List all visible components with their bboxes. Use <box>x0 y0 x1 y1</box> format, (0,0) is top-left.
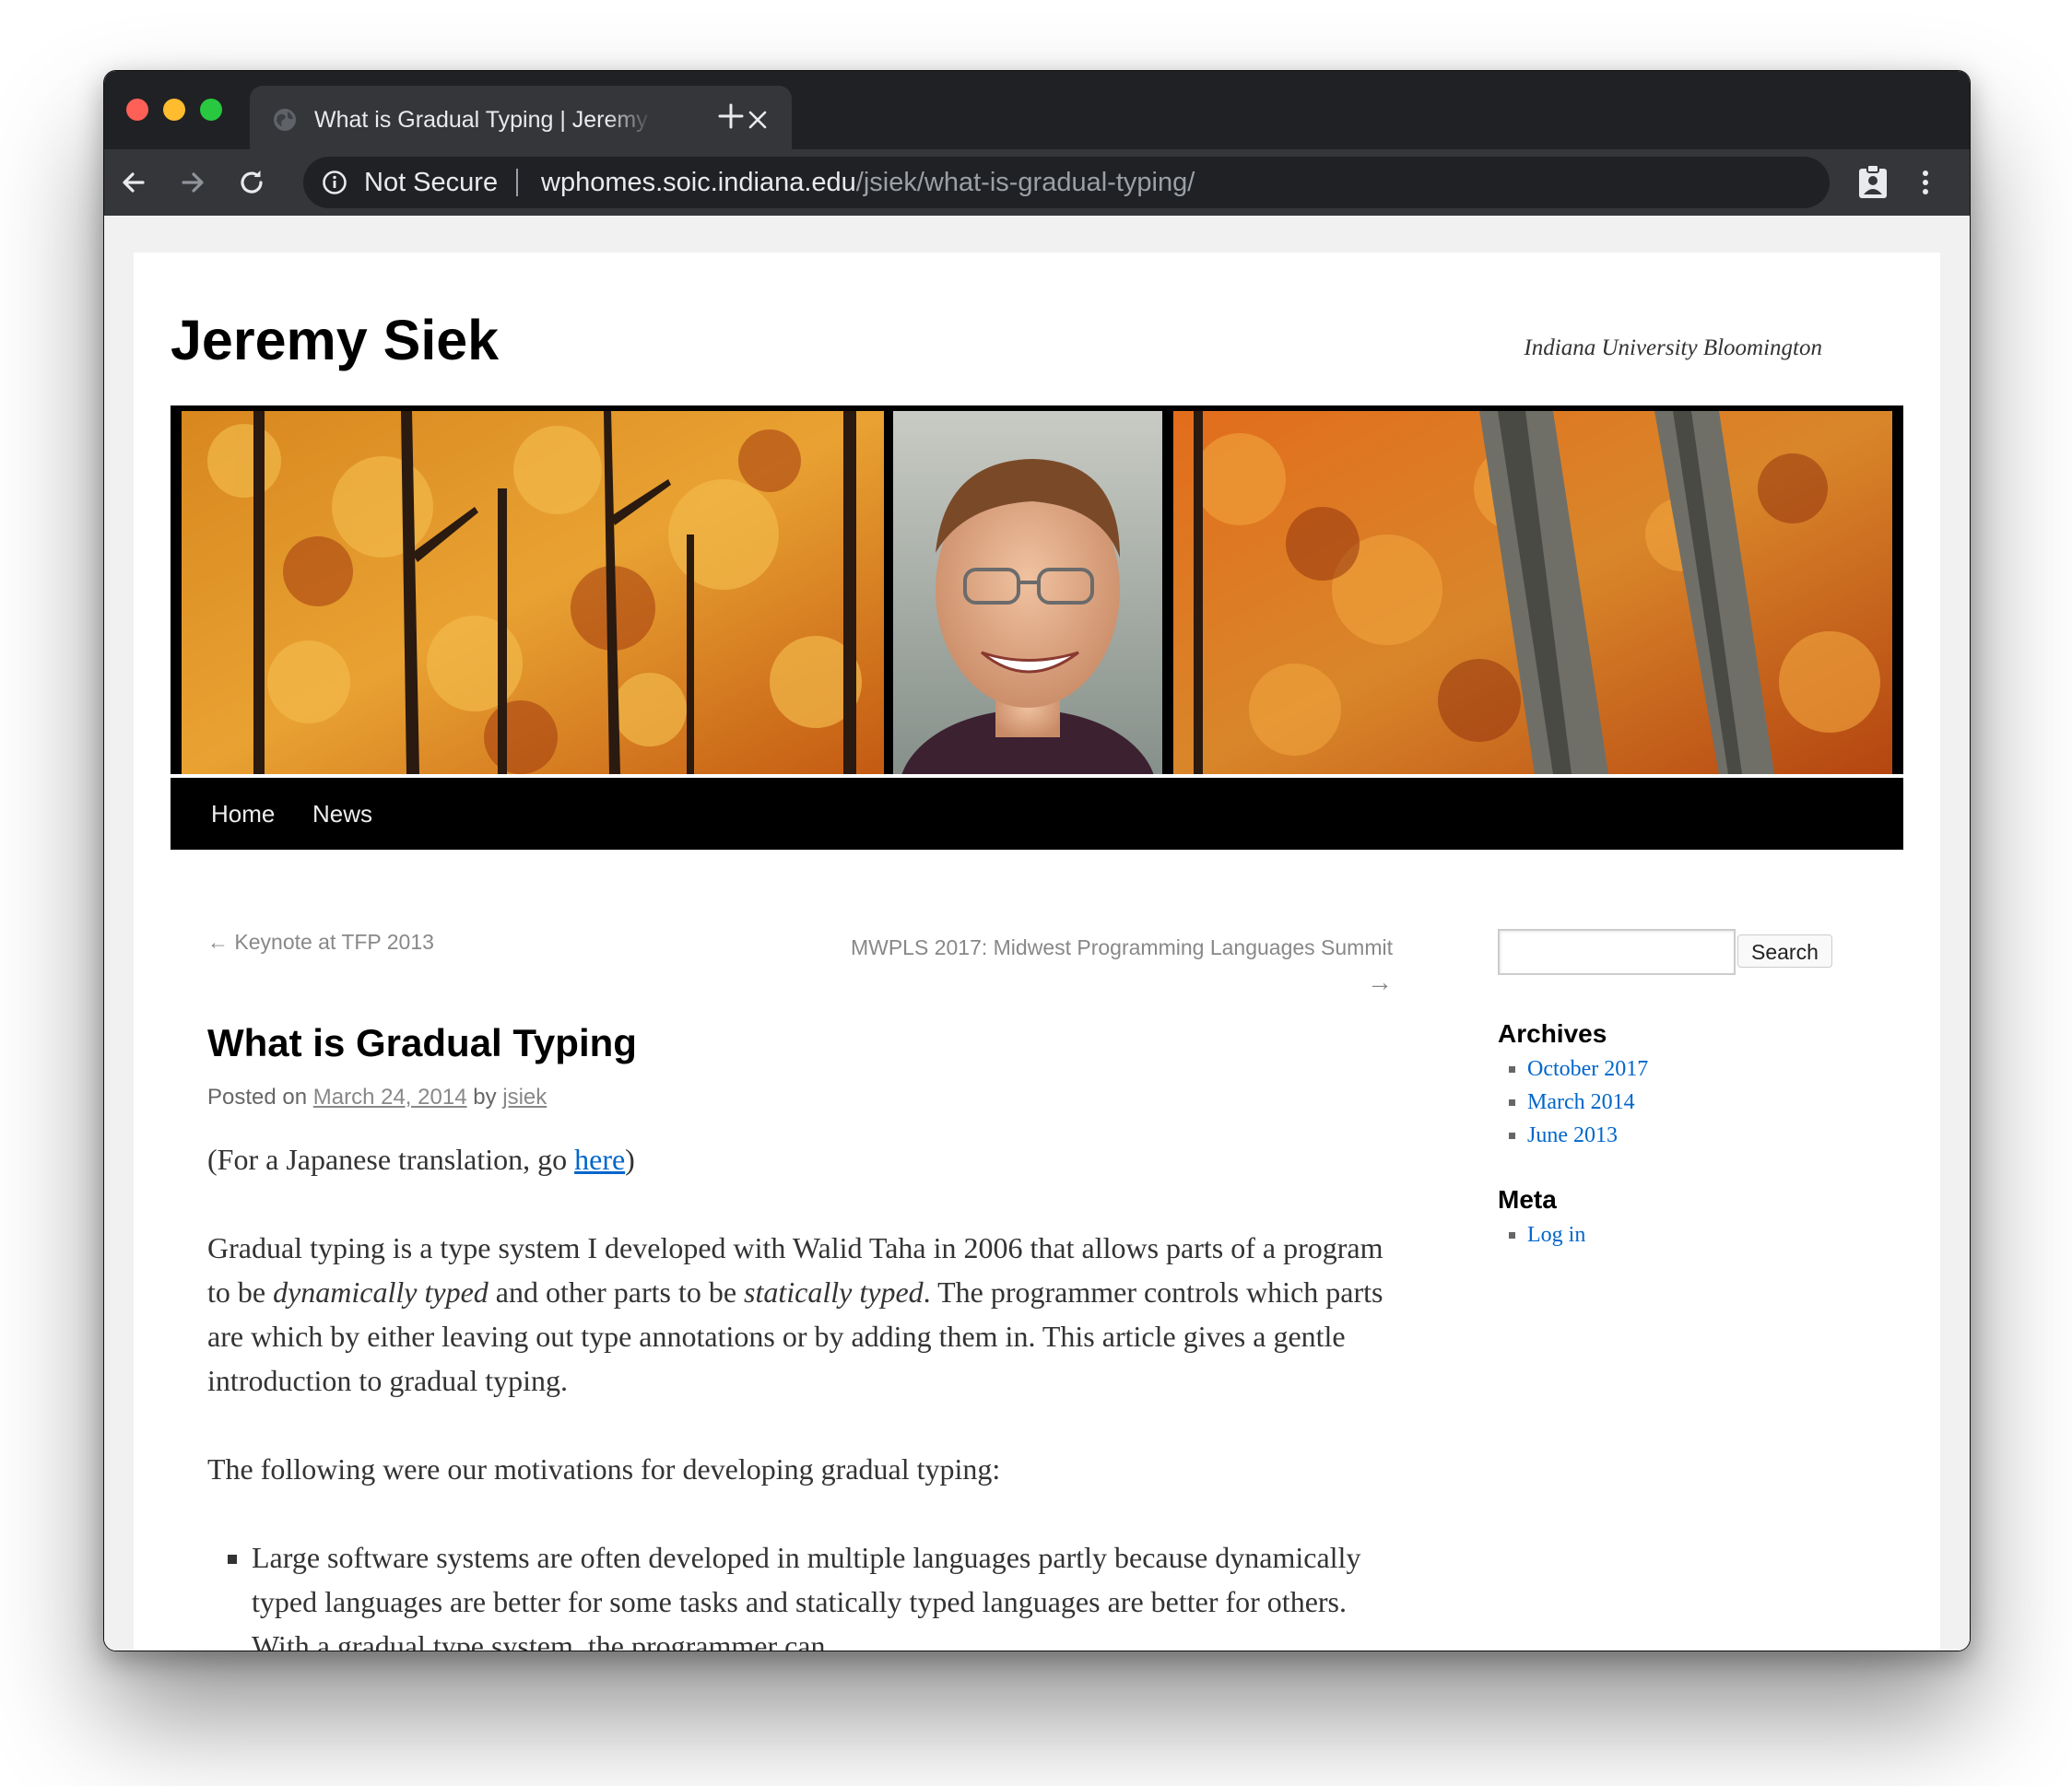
previous-post-link[interactable]: ← Keynote at TFP 2013 <box>207 930 434 955</box>
author-link[interactable]: jsiek <box>502 1085 547 1110</box>
post-title: What is Gradual Typing <box>207 1021 637 1064</box>
archive-link-october-2017[interactable]: October 2017 <box>1527 1057 1648 1081</box>
motivations-list: Large software systems are often develop… <box>207 1535 1406 1651</box>
site-title[interactable]: Jeremy Siek <box>171 308 499 372</box>
meta-by: by <box>473 1085 497 1110</box>
info-icon[interactable] <box>322 170 347 195</box>
archive-link-june-2013[interactable]: June 2013 <box>1527 1123 1618 1147</box>
next-post-link[interactable]: MWPLS 2017: Midwest Programming Language… <box>748 930 1393 1000</box>
next-post-arrow: → <box>1367 968 1393 996</box>
list-item: March 2014 <box>1527 1086 1648 1119</box>
url-path: /jsiek/what-is-gradual-typing/ <box>855 168 1195 197</box>
security-label[interactable]: Not Secure <box>364 168 498 197</box>
motivations-paragraph: The following were our motivations for d… <box>207 1452 1001 1486</box>
intro-emphasis-dynamic: dynamically typed <box>273 1275 489 1309</box>
menu-icon[interactable] <box>1909 166 1942 199</box>
translation-suffix: ) <box>625 1143 635 1176</box>
archives-title: Archives <box>1498 1019 1607 1048</box>
post-content: (For a Japanese translation, go here) Gr… <box>207 1137 1406 1651</box>
list-item: June 2013 <box>1527 1119 1648 1152</box>
banner-photo <box>171 405 1903 774</box>
list-item: October 2017 <box>1527 1052 1648 1086</box>
nav-item-home[interactable]: Home <box>211 800 275 828</box>
translation-link[interactable]: here <box>574 1143 625 1176</box>
meta-list: Log in <box>1498 1218 1585 1251</box>
tab-strip: What is Gradual Typing | Jeremy Siek <box>104 71 1970 149</box>
profile-icon[interactable] <box>1855 163 1890 200</box>
list-item: Log in <box>1527 1218 1585 1251</box>
archive-link-march-2014[interactable]: March 2014 <box>1527 1090 1635 1114</box>
nav-item-news[interactable]: News <box>312 800 372 828</box>
meta-prefix: Posted on <box>207 1085 308 1110</box>
page-viewport: Jeremy Siek Indiana University Bloomingt… <box>104 216 1970 1651</box>
site-description: Indiana University Bloomington <box>1524 335 1822 360</box>
browser-toolbar: Not Secure wphomes.soic.indiana.edu/jsie… <box>104 149 1970 216</box>
address-bar[interactable]: Not Secure wphomes.soic.indiana.edu/jsie… <box>303 157 1830 208</box>
search-button[interactable]: Search <box>1737 934 1832 968</box>
page-wrapper: Jeremy Siek Indiana University Bloomingt… <box>134 253 1940 1651</box>
search-input[interactable] <box>1498 929 1736 975</box>
intro-text-2: and other parts to be <box>488 1275 745 1309</box>
forward-icon[interactable] <box>176 166 209 199</box>
intro-paragraph: Gradual typing is a type system I develo… <box>207 1226 1406 1403</box>
url-host: wphomes.soic.indiana.edu <box>541 168 856 197</box>
url-text[interactable]: wphomes.soic.indiana.edu/jsiek/what-is-g… <box>541 168 1195 197</box>
tab-title: What is Gradual Typing | Jeremy Siek <box>314 107 653 133</box>
minimize-window-button[interactable] <box>163 99 185 121</box>
main-navigation: Home News <box>171 778 1903 850</box>
back-icon[interactable] <box>117 166 150 199</box>
login-link[interactable]: Log in <box>1527 1223 1585 1247</box>
intro-emphasis-static: statically typed <box>744 1275 924 1309</box>
browser-window: What is Gradual Typing | Jeremy Siek <box>103 70 1971 1651</box>
zoom-window-button[interactable] <box>200 99 222 121</box>
close-window-button[interactable] <box>126 99 148 121</box>
next-post-title: MWPLS 2017: Midwest Programming Language… <box>850 935 1393 959</box>
plus-icon[interactable] <box>717 102 745 130</box>
close-icon[interactable] <box>748 110 768 130</box>
translation-paragraph: (For a Japanese translation, go here) <box>207 1137 1406 1181</box>
globe-icon <box>274 109 296 131</box>
meta-title: Meta <box>1498 1185 1557 1214</box>
omnibox-separator <box>516 169 518 196</box>
header-banner-image <box>171 405 1903 774</box>
reload-icon[interactable] <box>235 166 268 199</box>
translation-prefix: (For a Japanese translation, go <box>207 1143 575 1176</box>
list-item: Large software systems are often develop… <box>252 1535 1406 1651</box>
tab-active[interactable]: What is Gradual Typing | Jeremy Siek <box>250 86 792 149</box>
post-date-link[interactable]: March 24, 2014 <box>313 1085 467 1110</box>
archives-list: October 2017 March 2014 June 2013 <box>1498 1052 1648 1152</box>
post-meta: Posted on March 24, 2014 by jsiek <box>207 1085 547 1110</box>
